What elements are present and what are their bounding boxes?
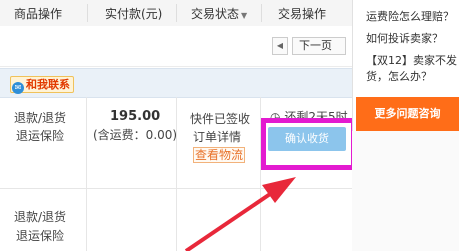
help-question-link[interactable]: 【双12】卖家不发 xyxy=(366,52,457,68)
help-question-link-cont[interactable]: 货，怎么办？ xyxy=(366,68,432,84)
more-questions-button[interactable]: 更多问题咨询 xyxy=(356,97,459,131)
arrow-shaft xyxy=(184,188,278,251)
sidebar-empty-area xyxy=(352,131,459,251)
help-question-link[interactable]: 运费险怎么理赔？ xyxy=(366,8,454,24)
help-question-link[interactable]: 如何投诉卖家？ xyxy=(366,30,443,46)
arrow-head xyxy=(262,177,296,203)
